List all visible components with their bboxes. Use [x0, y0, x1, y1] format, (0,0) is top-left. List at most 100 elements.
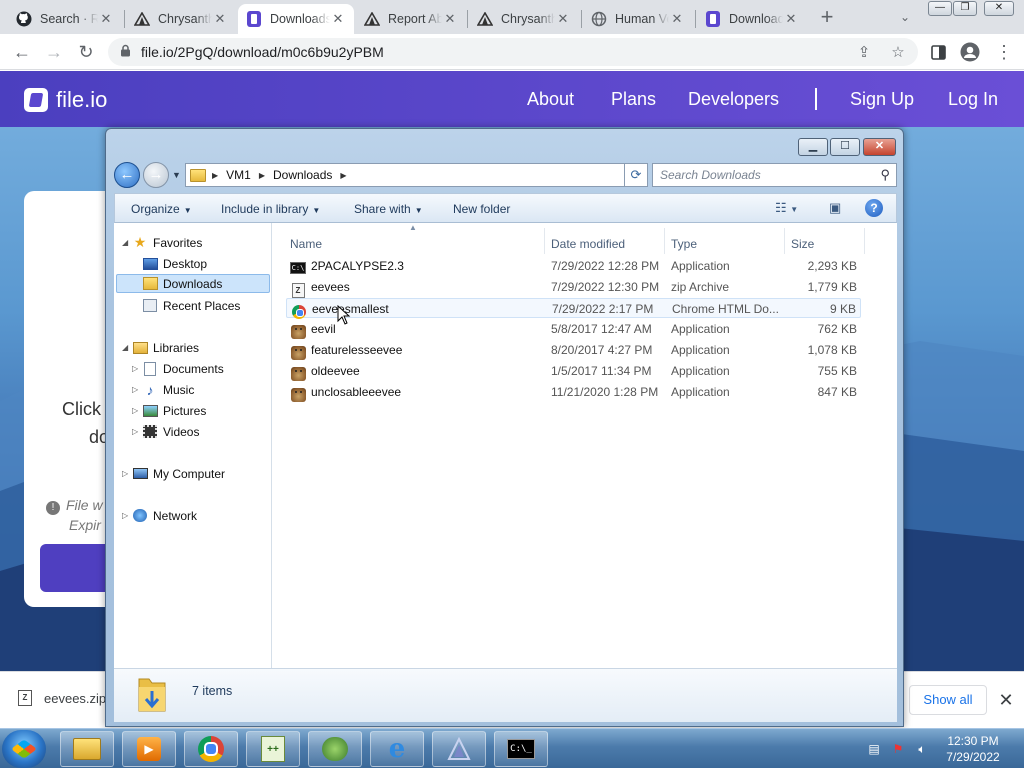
taskbar-ie-button[interactable]: e: [370, 731, 424, 767]
maximize-button[interactable]: ☐: [830, 138, 860, 156]
close-icon[interactable]: ✕: [783, 11, 799, 27]
nav-sign-up[interactable]: Sign Up: [850, 89, 914, 110]
lock-icon[interactable]: [120, 44, 131, 60]
expand-arrow-icon[interactable]: ▷: [122, 511, 128, 520]
nav-log-in[interactable]: Log In: [948, 89, 998, 110]
minimize-button[interactable]: ▁: [798, 138, 828, 156]
column-divider[interactable]: [544, 228, 545, 254]
action-center-icon[interactable]: ⚑: [890, 741, 906, 757]
nav-downloads[interactable]: Downloads: [116, 274, 270, 293]
tab-human-verification[interactable]: Human Verification ✕: [583, 4, 693, 34]
nav-about[interactable]: About: [527, 89, 574, 110]
tab-file-io-download[interactable]: Downloads ✕: [238, 4, 354, 34]
nav-documents[interactable]: ▷ Documents: [132, 359, 224, 378]
minimize-button[interactable]: —: [928, 1, 952, 16]
column-header-size[interactable]: Size: [791, 237, 814, 251]
nav-recent-places[interactable]: Recent Places: [142, 296, 240, 315]
taskbar-cmd-button[interactable]: C:\_: [494, 731, 548, 767]
column-divider[interactable]: [784, 228, 785, 254]
back-arrow-icon[interactable]: ←: [10, 40, 34, 64]
breadcrumb-downloads[interactable]: Downloads: [273, 168, 332, 182]
share-with-menu[interactable]: Share with ▼: [354, 202, 423, 216]
close-icon[interactable]: ✕: [442, 11, 458, 27]
expand-arrow-icon[interactable]: ▷: [122, 469, 128, 478]
tab-chrysanthemum-1[interactable]: Chrysanthemum ✕: [126, 4, 236, 34]
taskbar-chrome-button[interactable]: [184, 731, 238, 767]
network-tray-icon[interactable]: ▤: [866, 741, 882, 757]
new-tab-button[interactable]: +: [815, 6, 839, 30]
start-button[interactable]: [2, 730, 46, 768]
profile-avatar-icon[interactable]: [958, 40, 982, 64]
side-panel-icon[interactable]: [926, 40, 950, 64]
chevron-right-icon[interactable]: ▶: [212, 171, 218, 180]
back-arrow-icon[interactable]: ←: [114, 162, 140, 188]
taskbar-explorer-button[interactable]: [60, 731, 114, 767]
close-icon[interactable]: ✕: [669, 11, 685, 27]
chevron-right-icon[interactable]: ▶: [259, 171, 265, 180]
file-row[interactable]: featurelesseevee 8/20/2017 4:27 PM Appli…: [286, 340, 861, 360]
nav-network[interactable]: ▷ Network: [122, 506, 197, 525]
file-row[interactable]: Z eevees 7/29/2022 12:30 PM zip Archive …: [286, 277, 861, 298]
column-header-name[interactable]: Name: [290, 237, 322, 251]
explorer-address-bar[interactable]: ▶ VM1 ▶ Downloads ▶ ▼: [185, 163, 647, 187]
expand-arrow-icon[interactable]: ▷: [132, 364, 138, 373]
expand-arrow-icon[interactable]: ▷: [132, 385, 138, 394]
nav-desktop[interactable]: Desktop: [142, 254, 207, 273]
column-divider[interactable]: [864, 228, 865, 254]
organize-menu[interactable]: Organize ▼: [131, 202, 192, 216]
reload-icon[interactable]: ↻: [74, 40, 98, 64]
close-icon[interactable]: ✕: [555, 11, 571, 27]
address-bar[interactable]: file.io/2PgQ/download/m0c6b9u2yPBM ⇪ ☆: [108, 38, 918, 66]
menu-kebab-icon[interactable]: ⋮: [992, 40, 1016, 64]
nav-videos[interactable]: ▷ Videos: [132, 422, 199, 441]
restore-button[interactable]: ❐: [953, 1, 977, 16]
forward-arrow-icon[interactable]: →: [42, 40, 66, 64]
refresh-icon[interactable]: ⟳: [624, 163, 648, 187]
file-io-logo[interactable]: file.io: [24, 87, 107, 113]
taskbar-app-button[interactable]: [308, 731, 362, 767]
chevron-down-icon[interactable]: ▼: [172, 170, 181, 180]
forward-arrow-icon[interactable]: →: [143, 162, 169, 188]
taskbar-media-player-button[interactable]: ▶: [122, 731, 176, 767]
system-clock[interactable]: 12:30 PM 7/29/2022: [940, 733, 1006, 765]
chevron-down-icon[interactable]: ⌄: [895, 7, 915, 27]
new-folder-button[interactable]: New folder: [453, 202, 510, 216]
tab-chrysanthemum-2[interactable]: Chrysanthemum ✕: [469, 4, 579, 34]
show-all-button[interactable]: Show all: [909, 685, 987, 715]
file-row[interactable]: unclosableeevee 11/21/2020 1:28 PM Appli…: [286, 382, 861, 402]
column-header-type[interactable]: Type: [671, 237, 697, 251]
nav-plans[interactable]: Plans: [611, 89, 656, 110]
taskbar-app2-button[interactable]: [432, 731, 486, 767]
nav-music[interactable]: ▷ ♪ Music: [132, 380, 194, 399]
close-icon[interactable]: ✕: [330, 11, 346, 27]
close-icon[interactable]: ✕: [996, 686, 1016, 714]
file-row[interactable]: eevil 5/8/2017 12:47 AM Application 762 …: [286, 319, 861, 339]
nav-libraries[interactable]: ◢ Libraries: [122, 338, 199, 357]
tab-report-abuse[interactable]: Report Abuse ✕: [356, 4, 466, 34]
view-options-icon[interactable]: ☷ ▼: [775, 200, 798, 216]
volume-icon[interactable]: 🔈︎: [914, 741, 930, 757]
expand-arrow-icon[interactable]: ◢: [122, 238, 128, 247]
nav-pictures[interactable]: ▷ Pictures: [132, 401, 206, 420]
close-window-button[interactable]: ✕: [984, 1, 1014, 16]
expand-arrow-icon[interactable]: ◢: [122, 343, 128, 352]
share-icon[interactable]: ⇪: [854, 42, 874, 62]
expand-arrow-icon[interactable]: ▷: [132, 427, 138, 436]
search-icon[interactable]: ⚲: [880, 167, 890, 183]
nav-developers[interactable]: Developers: [688, 89, 779, 110]
file-row[interactable]: oldeevee 1/5/2017 11:34 PM Application 7…: [286, 361, 861, 381]
file-row[interactable]: C:\ 2PACALYPSE2.3 7/29/2022 12:28 PM App…: [286, 256, 861, 276]
include-in-library-menu[interactable]: Include in library ▼: [221, 202, 320, 216]
chevron-right-icon[interactable]: ▶: [340, 171, 346, 180]
close-icon[interactable]: ✕: [212, 11, 228, 27]
expand-arrow-icon[interactable]: ▷: [132, 406, 138, 415]
tab-github-search[interactable]: Search · R ✕: [8, 4, 122, 34]
nav-my-computer[interactable]: ▷ My Computer: [122, 464, 225, 483]
bookmark-star-icon[interactable]: ☆: [888, 42, 908, 62]
nav-favorites[interactable]: ◢ ★ Favorites: [122, 233, 202, 252]
taskbar-notepad-plus-button[interactable]: ++: [246, 731, 300, 767]
close-button[interactable]: ✕: [863, 138, 896, 156]
download-item[interactable]: Z eevees.zip: [18, 690, 106, 706]
preview-pane-icon[interactable]: ▣: [829, 200, 841, 216]
close-icon[interactable]: ✕: [98, 11, 114, 27]
